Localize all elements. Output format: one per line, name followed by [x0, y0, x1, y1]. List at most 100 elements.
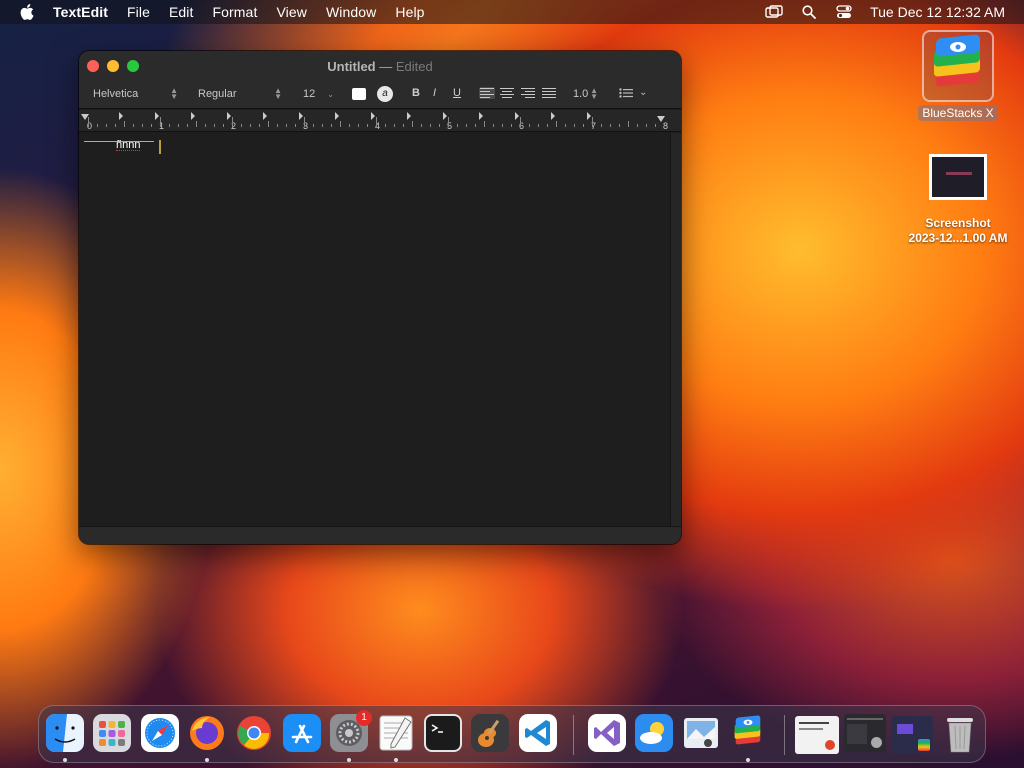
dock-visual-studio[interactable] — [588, 714, 626, 752]
dock-preview[interactable] — [682, 714, 720, 752]
dock-safari[interactable] — [141, 714, 179, 752]
dock-system-settings[interactable]: 1 — [330, 710, 372, 762]
tab-stop-marker[interactable] — [407, 112, 411, 120]
format-toolbar: Helvetica ▲ ▼ Regular ▲ ▼ 12 ⌄ a B I U 1.0… — [79, 84, 681, 104]
menu-clock[interactable]: Tue Dec 12 12:32 AM — [870, 4, 1005, 20]
stepper-arrows-icon: ▲ ▼ — [170, 86, 178, 101]
menu-edit[interactable]: Edit — [169, 4, 194, 20]
ruler-tick — [133, 124, 134, 127]
tab-stop-marker[interactable] — [263, 112, 267, 120]
tab-stop-marker[interactable] — [335, 112, 339, 120]
ruler[interactable]: 012345678 — [79, 110, 681, 132]
tab-stop-marker[interactable] — [587, 112, 591, 120]
chevron-down-icon: ⌄ — [327, 89, 334, 99]
font-family-value: Helvetica — [93, 88, 139, 100]
tab-stop-marker[interactable] — [443, 112, 447, 120]
dock-textedit[interactable] — [377, 714, 415, 762]
document-text[interactable]: ñnnn — [116, 140, 141, 151]
tab-stop-marker[interactable] — [299, 112, 303, 120]
stepper-arrows-icon: ▲ ▼ — [590, 86, 598, 101]
ruler-tick — [556, 121, 557, 127]
apple-menu-icon[interactable] — [20, 4, 34, 20]
ruler-tick — [529, 124, 530, 127]
safari-icon — [141, 714, 179, 752]
align-center-button[interactable] — [500, 87, 514, 99]
ruler-tick — [259, 124, 260, 127]
bluestacks-icon — [922, 30, 994, 102]
font-size-select[interactable]: 12 ⌄ — [296, 85, 340, 103]
ruler-tick — [88, 117, 89, 127]
italic-button[interactable]: I — [433, 87, 436, 99]
menu-window[interactable]: Window — [326, 4, 376, 20]
menu-format[interactable]: Format — [213, 4, 258, 20]
ruler-tick — [394, 124, 395, 127]
running-indicator — [394, 758, 398, 762]
bold-button[interactable]: B — [412, 87, 420, 99]
line-spacing-value: 1.0 — [573, 88, 589, 100]
menu-view[interactable]: View — [276, 4, 307, 20]
ruler-tick — [97, 124, 98, 127]
ruler-tick — [475, 124, 476, 127]
control-center-icon[interactable] — [835, 4, 853, 20]
ruler-tick — [331, 124, 332, 127]
window-titlebar[interactable]: Untitled — Edited Helvetica ▲ ▼ Regular ▲… — [79, 51, 681, 109]
tab-stop-marker[interactable] — [371, 112, 375, 120]
ruler-tick — [646, 124, 647, 127]
ruler-tick — [439, 124, 440, 127]
ruler-tick — [214, 124, 215, 127]
text-color-swatch[interactable] — [352, 88, 366, 100]
align-justify-button[interactable] — [542, 87, 556, 99]
desktop-icon-screenshot[interactable]: Screenshot 2023-12...1.00 AM — [896, 154, 1020, 246]
ruler-tick — [340, 121, 341, 127]
highlight-color-button[interactable]: a — [377, 86, 393, 102]
dock-bluestacks[interactable] — [729, 714, 767, 762]
title-separator: — — [379, 59, 393, 74]
align-right-button[interactable] — [521, 87, 535, 99]
ruler-tick — [142, 124, 143, 127]
dock-weather[interactable] — [635, 714, 673, 752]
tab-stop-marker[interactable] — [551, 112, 555, 120]
horizontal-scrollbar[interactable] — [79, 526, 681, 544]
menu-help[interactable]: Help — [395, 4, 424, 20]
font-family-select[interactable]: Helvetica ▲ ▼ — [86, 85, 184, 103]
bullet-list-icon — [619, 87, 633, 98]
underline-button[interactable]: U — [453, 87, 461, 99]
app-store-icon — [283, 714, 321, 752]
ruler-number: 8 — [663, 121, 669, 131]
font-style-select[interactable]: Regular ▲ ▼ — [191, 85, 288, 103]
dock-chrome[interactable] — [235, 714, 273, 752]
ruler-tick — [160, 117, 161, 127]
tab-stop-marker[interactable] — [119, 112, 123, 120]
spotlight-search-icon[interactable] — [800, 4, 818, 20]
ruler-tick — [511, 124, 512, 127]
tab-stop-marker[interactable] — [227, 112, 231, 120]
minimized-window-3[interactable] — [891, 716, 933, 754]
document-area[interactable]: ñnnn — [79, 133, 670, 526]
list-style-button[interactable]: ⌄ — [619, 87, 647, 98]
vertical-scrollbar[interactable] — [670, 133, 681, 526]
textedit-window: Untitled — Edited Helvetica ▲ ▼ Regular ▲… — [79, 51, 681, 544]
desktop-icon-bluestacks[interactable]: BlueStacks X — [913, 30, 1003, 121]
dock-firefox[interactable] — [188, 714, 226, 762]
dock-finder[interactable] — [46, 714, 84, 762]
trash-icon[interactable] — [941, 714, 979, 753]
dock-garageband[interactable] — [471, 714, 509, 752]
tab-stop-marker[interactable] — [479, 112, 483, 120]
screen-mirroring-icon[interactable] — [765, 4, 783, 20]
tab-stop-marker[interactable] — [191, 112, 195, 120]
tab-stop-marker[interactable] — [515, 112, 519, 120]
align-left-button[interactable] — [479, 87, 495, 99]
ruler-tick — [628, 121, 629, 127]
tab-stop-marker[interactable] — [155, 112, 159, 120]
menu-app-name[interactable]: TextEdit — [53, 4, 108, 20]
textedit-icon — [377, 714, 415, 752]
dock-launchpad[interactable] — [93, 714, 131, 752]
dock-vscode[interactable] — [519, 714, 557, 752]
dock-app-store[interactable] — [283, 714, 321, 752]
line-spacing-select[interactable]: 1.0 ▲ ▼ — [566, 85, 604, 103]
minimized-window-2[interactable] — [844, 714, 886, 752]
menu-file[interactable]: File — [127, 4, 150, 20]
minimized-window-1[interactable] — [795, 716, 839, 754]
dock-terminal[interactable] — [424, 714, 462, 752]
document-name: Untitled — [327, 59, 376, 74]
